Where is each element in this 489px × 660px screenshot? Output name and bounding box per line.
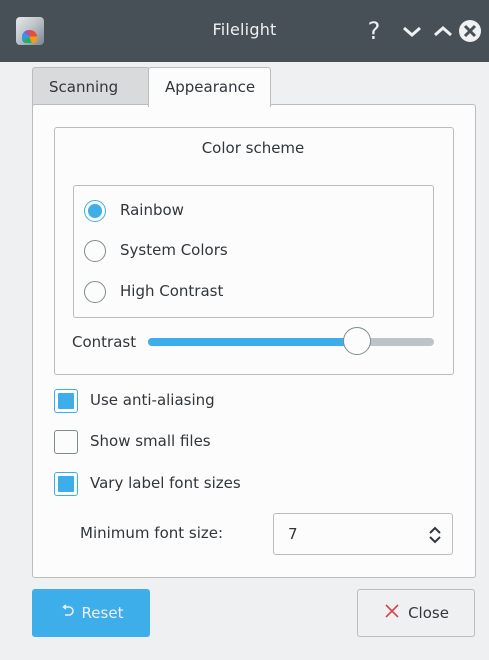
close-button[interactable]: Close: [357, 589, 475, 637]
show-small-files-label: Show small files: [90, 432, 211, 450]
help-icon[interactable]: ?: [360, 14, 388, 48]
rainbow-label: Rainbow: [120, 201, 184, 219]
contrast-slider-fill: [148, 338, 357, 346]
minimum-font-size-label: Minimum font size:: [80, 524, 224, 542]
show-small-files-checkbox[interactable]: [54, 430, 78, 454]
vary-label-font-sizes-label: Vary label font sizes: [90, 474, 241, 492]
undo-icon: [59, 603, 75, 623]
contrast-slider[interactable]: [148, 327, 434, 355]
anti-aliasing-checkbox[interactable]: [54, 389, 78, 413]
high-contrast-radio[interactable]: [84, 281, 106, 303]
close-label: Close: [408, 604, 449, 622]
contrast-slider-handle[interactable]: [342, 327, 371, 355]
high-contrast-label: High Contrast: [120, 282, 224, 300]
rainbow-radio[interactable]: [84, 200, 106, 222]
reset-label: Reset: [81, 604, 124, 622]
tab-appearance[interactable]: Appearance: [148, 67, 271, 107]
vary-label-font-sizes-checkbox[interactable]: [54, 472, 78, 496]
close-icon: [459, 20, 481, 42]
up-down-icon[interactable]: [426, 523, 444, 551]
chevron-down-icon[interactable]: [398, 14, 426, 48]
system-colors-label: System Colors: [120, 241, 228, 259]
contrast-label: Contrast: [72, 333, 137, 351]
color-scheme-title: Color scheme: [201, 139, 305, 157]
close-window-button[interactable]: [458, 14, 486, 48]
tab-scanning[interactable]: Scanning: [32, 67, 150, 106]
minimum-font-size-value[interactable]: 7: [288, 525, 298, 543]
reset-button[interactable]: Reset: [32, 589, 150, 637]
anti-aliasing-label: Use anti-aliasing: [90, 391, 215, 409]
chevron-up-icon[interactable]: [429, 14, 457, 48]
system-colors-radio[interactable]: [84, 240, 106, 262]
minimum-font-size-spinbox[interactable]: 7: [273, 513, 453, 555]
title-bar: Filelight ?: [0, 0, 489, 62]
x-icon: [383, 602, 401, 624]
